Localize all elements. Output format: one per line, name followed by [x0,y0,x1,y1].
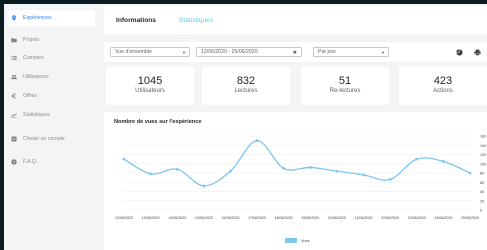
date-range-value: 12/06/2020 - 25/06/2020 [201,49,258,55]
sidebar-item-offres[interactable]: Offres [7,88,95,104]
x-tick-label: 19/06/2020 [301,216,319,220]
sidebar-item-label: Offres [23,93,38,99]
y-tick-label: 40 [480,190,484,194]
chevron-down-icon: ▼ [182,50,186,55]
help-icon: ? [10,159,17,166]
y-tick-label: 20 [480,199,484,203]
x-tick-label: 18/06/2020 [275,216,293,220]
x-tick-label: 17/06/2020 [248,216,266,220]
print-icon[interactable] [472,47,482,57]
x-tick-label: 15/06/2020 [195,216,213,220]
y-tick-label: 60 [480,181,484,185]
granularity-select-value: Par jour [318,49,337,55]
sidebar-item-label: F.A.Q. [23,159,38,165]
sidebar-item-utilisateurs[interactable]: Utilisateurs [7,69,95,85]
x-tick-label: 24/06/2020 [434,216,452,220]
list-icon [10,55,17,62]
kpi-label: Re-lectures [329,88,361,94]
data-point [149,172,153,176]
data-point [415,157,419,161]
x-tick-label: 20/06/2020 [328,216,346,220]
granularity-select[interactable]: Par jour ▼ [313,47,389,57]
data-point [388,178,392,181]
pin-icon [10,15,17,22]
data-point [362,173,365,177]
x-tick-label: 14/06/2020 [168,216,186,220]
account-switch-icon [10,136,17,143]
chevron-down-icon: ▼ [381,50,385,55]
filter-toolbar: Vue d'ensemble ▼ 12/06/2020 - 25/06/2020… [104,42,487,62]
data-point [122,157,126,161]
y-tick-label: 80 [480,172,484,176]
y-tick-label: 100 [480,162,486,166]
clear-icon[interactable]: ✖ [293,50,297,56]
chart-icon [10,112,17,119]
sidebar-item-statistiques[interactable]: Statistiques [7,107,95,123]
kpi-value: 51 [338,75,352,87]
kpi-label: Utilisateurs [135,88,165,94]
x-tick-label: 13/06/2020 [142,216,160,220]
sidebar-item-label: Statistiques [23,112,50,118]
kpi-value: 1045 [137,75,163,87]
folder-icon [10,37,17,44]
data-point [229,169,232,173]
kpi-label: Actions [433,88,453,94]
tab-statistiques[interactable]: Statistiques [179,17,213,24]
sidebar-item-label: Utilisateurs [23,74,49,80]
x-tick-label: 22/06/2020 [381,216,399,220]
kpi-card-relectures: 51 Re-lectures [301,67,389,105]
x-tick-label: 16/06/2020 [221,216,239,220]
main-content: Informations Statistiques Vue d'ensemble… [104,4,487,250]
data-point [175,167,179,171]
kpi-value: 832 [236,75,256,87]
data-point [282,166,286,170]
x-tick-label: 21/06/2020 [355,216,373,220]
x-tick-label: 12/06/2020 [115,216,133,220]
kpi-value: 423 [433,75,453,87]
data-point [202,184,206,188]
tab-informations[interactable]: Informations [116,17,156,24]
y-tick-label: 0 [480,209,482,213]
y-tick-label: 160 [480,135,486,139]
tab-bar: Informations Statistiques [104,6,487,34]
pie-chart-icon[interactable] [454,47,464,57]
sidebar-item-label: Comptes [23,55,44,61]
app-window: Expériences Projets Comptes Utilisateurs… [4,4,487,250]
data-point [441,160,445,163]
x-tick-label: 23/06/2020 [408,216,426,220]
sidebar: Expériences Projets Comptes Utilisateurs… [4,4,102,250]
kpi-card-utilisateurs: 1045 Utilisateurs [106,67,194,105]
series-line-vues [123,139,471,187]
users-icon [10,74,17,81]
data-point [335,169,339,173]
kpi-card-lectures: 832 Lectures [202,67,290,105]
data-point [308,166,312,169]
y-tick-label: 120 [480,153,486,157]
legend-swatch [285,238,297,243]
sidebar-item-choisir-compte[interactable]: Choisir un compte [7,131,95,147]
sidebar-item-projets[interactable]: Projets [7,32,95,48]
kpi-label: Lectures [234,88,258,94]
sidebar-item-label: Projets [23,37,40,43]
euro-icon [10,93,17,100]
y-tick-label: 140 [480,144,486,148]
data-point [468,171,472,175]
sidebar-item-comptes[interactable]: Comptes [7,50,95,66]
view-select[interactable]: Vue d'ensemble ▼ [110,47,190,57]
view-select-value: Vue d'ensemble [115,49,152,55]
sidebar-item-faq[interactable]: ? F.A.Q. [7,154,95,170]
views-chart-card: Nombre de vues sur l'expérience 0 20 40 60 8… [104,112,487,250]
date-range-input[interactable]: 12/06/2020 - 25/06/2020 ✖ [196,47,302,57]
kpi-card-actions: 423 Actions [399,67,487,105]
legend-label: Vues [301,239,310,243]
sidebar-item-label: Expériences [23,15,52,21]
x-tick-label: 25/06/2020 [461,216,479,220]
data-point [255,139,259,143]
sidebar-item-label: Choisir un compte [23,136,65,142]
sidebar-item-experiences[interactable]: Expériences [7,10,95,26]
views-line-chart: 0 20 40 60 80 100 120 140 160 12/06/2020 13/06/202… [115,135,486,244]
